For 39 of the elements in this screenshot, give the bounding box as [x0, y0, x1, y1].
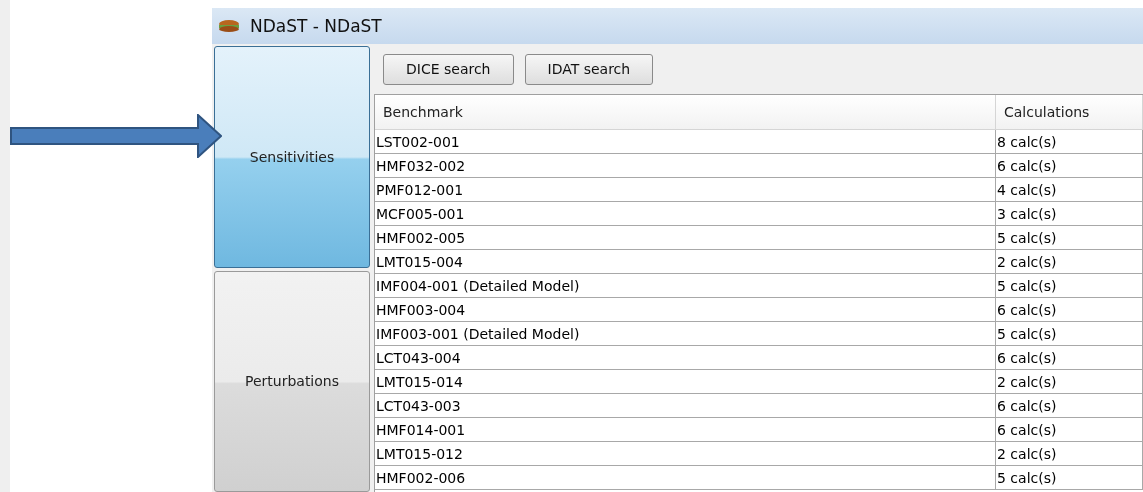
side-tab[interactable]: Perturbations: [214, 270, 370, 492]
table-cell: HMF003-004: [375, 298, 996, 321]
table-cell: 6 calc(s): [996, 394, 1143, 417]
table-cell: LMT015-004: [375, 250, 996, 273]
search-button[interactable]: DICE search: [383, 53, 514, 85]
table-cell: PMF012-001: [375, 178, 996, 201]
table-cell: 2 calc(s): [996, 370, 1143, 393]
table-cell: 6 calc(s): [996, 154, 1143, 177]
table-cell: HMF032-002: [375, 154, 996, 177]
table-cell: LST002-001: [375, 130, 996, 153]
table-cell: 3 calc(s): [996, 202, 1143, 225]
table-cell: LCT043-004: [375, 346, 996, 369]
table-cell: HMF002-005: [375, 226, 996, 249]
sandwich-icon: [218, 19, 240, 33]
arrow-icon: [10, 114, 222, 158]
table-cell: MCF005-001: [375, 202, 996, 225]
table-cell: 5 calc(s): [996, 322, 1143, 345]
column-header[interactable]: Calculations: [996, 95, 1143, 129]
window-title: NDaST - NDaST: [250, 16, 382, 36]
table-cell: 2 calc(s): [996, 442, 1143, 465]
table-cell: HMF014-001: [375, 418, 996, 441]
table-cell: 6 calc(s): [996, 418, 1143, 441]
table-cell: 2 calc(s): [996, 250, 1143, 273]
table-cell: LMT015-012: [375, 442, 996, 465]
table-cell: 6 calc(s): [996, 346, 1143, 369]
table-cell: 5 calc(s): [996, 226, 1143, 249]
table-cell: LMT015-014: [375, 370, 996, 393]
table-cell: IMF004-001 (Detailed Model): [375, 274, 996, 297]
table-cell: 6 calc(s): [996, 298, 1143, 321]
table-cell: 5 calc(s): [996, 274, 1143, 297]
table-cell: LCT043-003: [375, 394, 996, 417]
table-cell: 5 calc(s): [996, 466, 1143, 489]
column-header[interactable]: Benchmark: [375, 95, 996, 129]
search-button[interactable]: IDAT search: [524, 53, 654, 85]
side-tab[interactable]: Sensitivities: [214, 46, 370, 268]
table-cell: IMF003-001 (Detailed Model): [375, 322, 996, 345]
table-cell: HMF002-006: [375, 466, 996, 489]
table-cell: 4 calc(s): [996, 178, 1143, 201]
table-cell: 8 calc(s): [996, 130, 1143, 153]
